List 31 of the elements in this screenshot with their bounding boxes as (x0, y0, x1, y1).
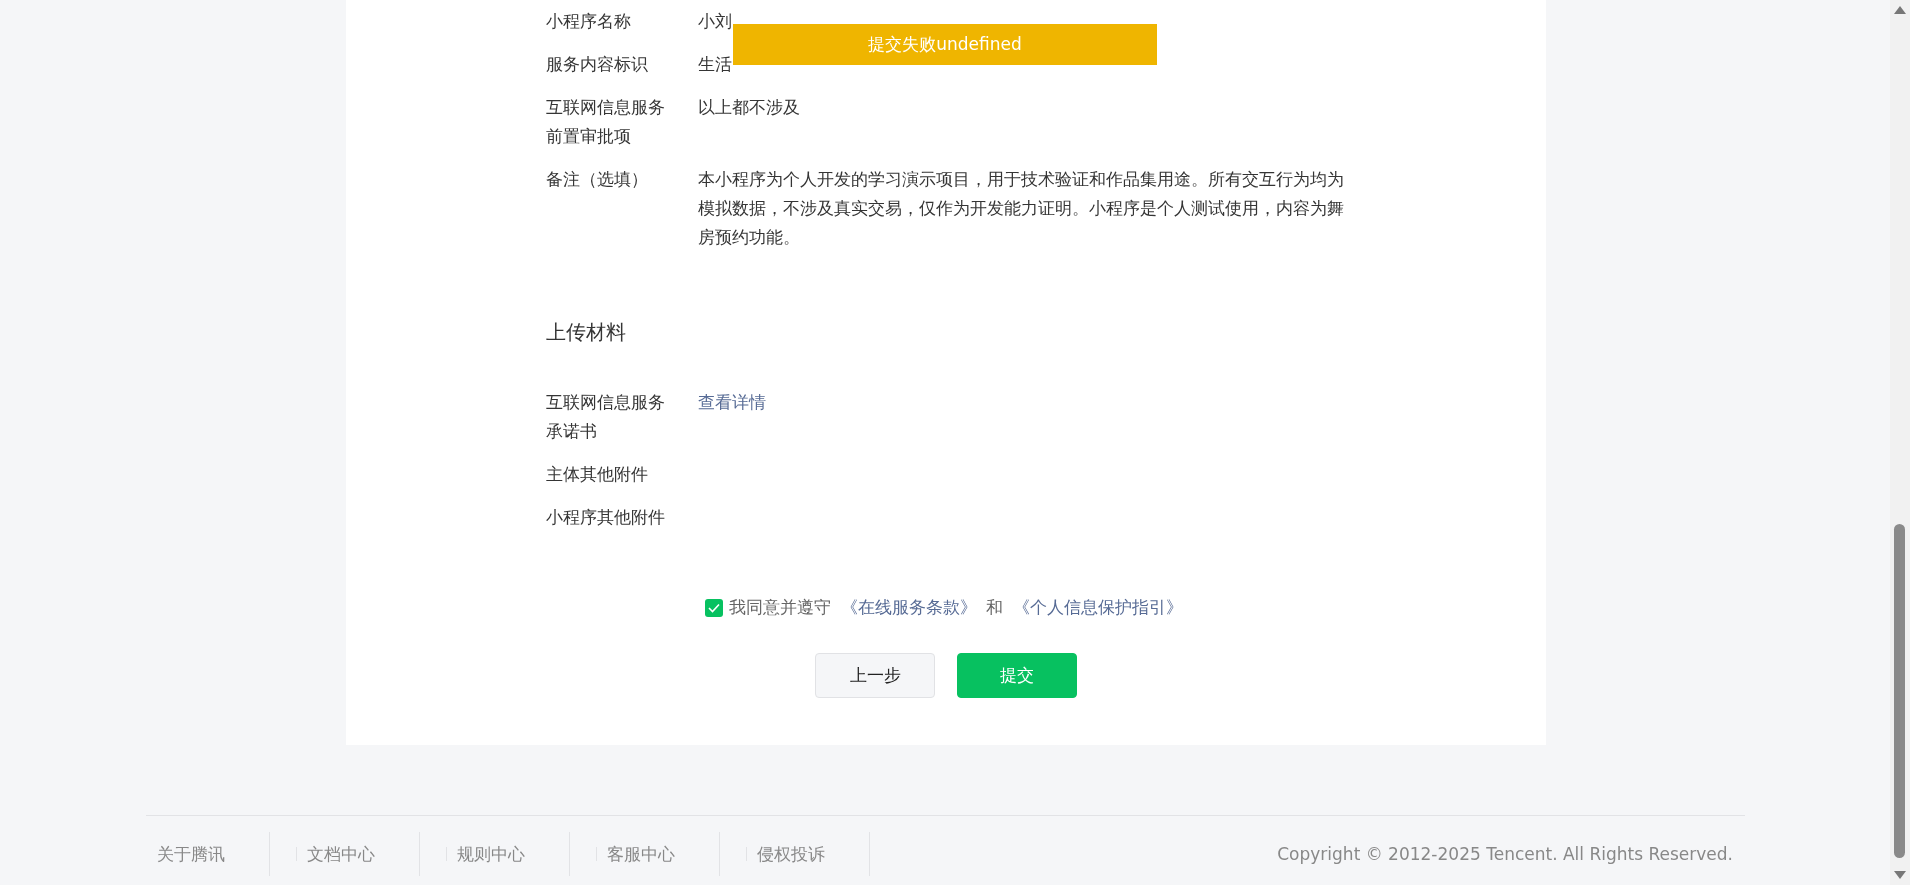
field-value: 小刘 (698, 11, 732, 31)
scroll-up-arrow-icon[interactable] (1894, 6, 1906, 14)
copyright-text: Copyright © 2012-2025 Tencent. All Rights Reserved. (1277, 844, 1733, 864)
terms-link[interactable]: 《在线服务条款》 (840, 597, 977, 617)
section-title: 上传材料 (546, 320, 626, 344)
terms-link[interactable]: 《个人信息保护指引》 (1012, 597, 1183, 617)
field-label: 小程序名称 (546, 10, 632, 33)
field-value: 本小程序为个人开发的学习演示项目，用于技术验证和作品集用途。所有交互行为均为模拟数据，不涉及真实交易，仅作为开发能力证明。小程序是个人测试使用，内容为舞房预约功能。 (698, 169, 1344, 247)
field-label: 互联网信息服务承诺书 (546, 391, 666, 443)
footer-link[interactable]: 规则中心 (457, 842, 525, 866)
agreement-text: 我同意并遵守 《在线服务条款》 和 《个人信息保护指引》 (729, 596, 1184, 619)
scrollbar-thumb[interactable] (1894, 524, 1905, 858)
field-label: 备注（选填） (546, 168, 649, 191)
field-label: 互联网信息服务前置审批项 (546, 96, 666, 148)
back-button[interactable]: 上一步 (815, 653, 935, 698)
view-details-link[interactable]: 查看详情 (698, 392, 766, 412)
footer-link[interactable]: 客服中心 (607, 842, 675, 866)
footer-link[interactable]: 文档中心 (307, 842, 375, 866)
field-value: 生活 (698, 54, 732, 74)
field-label: 主体其他附件 (546, 463, 649, 486)
footer-link[interactable]: 关于腾讯 (157, 842, 225, 866)
field-label: 小程序其他附件 (546, 506, 666, 529)
scrollbar[interactable] (1890, 0, 1910, 885)
error-toast: 提交失败undefined (733, 24, 1157, 65)
check-icon (708, 602, 721, 613)
field-value: 以上都不涉及 (698, 97, 800, 117)
agreement-checkbox[interactable] (705, 598, 724, 617)
submit-button[interactable]: 提交 (957, 653, 1077, 698)
scroll-down-arrow-icon[interactable] (1894, 871, 1906, 879)
footer-link[interactable]: 侵权投诉 (757, 842, 825, 866)
field-label: 服务内容标识 (546, 53, 649, 76)
